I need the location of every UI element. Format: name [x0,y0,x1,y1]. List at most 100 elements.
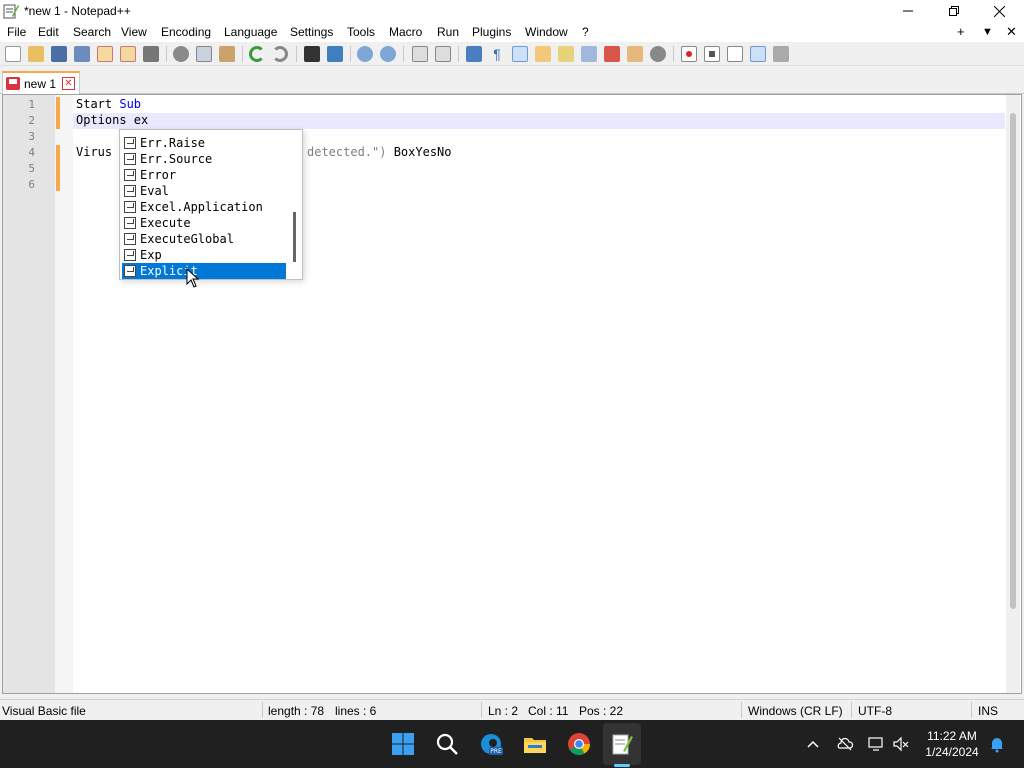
play-macro-icon[interactable] [727,46,743,62]
onedrive-offline-icon[interactable] [836,735,854,753]
menu-edit[interactable]: Edit [38,25,59,39]
open-file-icon[interactable] [28,46,44,62]
show-all-characters-icon[interactable]: ¶ [489,46,505,62]
doc-map-icon[interactable] [558,46,574,62]
cube-icon [124,201,136,213]
autocomplete-popup[interactable]: Err.Raise Err.Source Error Eval Excel.Ap… [119,129,303,280]
close-document-icon[interactable]: ✕ [1006,24,1017,40]
stop-macro-icon[interactable] [704,46,720,62]
notification-bell-icon[interactable] [988,735,1006,753]
cube-icon [124,185,136,197]
tab-close-icon[interactable]: ✕ [62,77,75,90]
toolbar-separator [166,46,167,62]
status-insert-mode[interactable]: INS [978,704,998,718]
menu-macro[interactable]: Macro [389,25,422,39]
print-icon[interactable] [143,46,159,62]
redo-icon[interactable] [272,46,288,62]
restore-button[interactable] [931,0,977,22]
sync-vertical-icon[interactable] [412,46,428,62]
zoom-in-icon[interactable] [357,46,373,62]
sync-horizontal-icon[interactable] [435,46,451,62]
minimize-button[interactable] [885,0,931,22]
cube-icon [124,265,136,277]
file-explorer-icon[interactable] [523,732,547,756]
menu-window[interactable]: Window [525,25,568,39]
status-separator [851,702,852,718]
paste-icon[interactable] [219,46,235,62]
save-icon[interactable] [51,46,67,62]
edge-beta-icon[interactable]: PRE [479,732,503,756]
autocomplete-item[interactable]: Eval [122,183,286,199]
cube-icon [124,217,136,229]
menu-plugins[interactable]: Plugins [472,25,511,39]
save-macro-icon[interactable] [773,46,789,62]
cube-icon [124,249,136,261]
record-macro-icon[interactable] [681,46,697,62]
menu-encoding[interactable]: Encoding [161,25,211,39]
clock-time: 11:22 AM [927,729,977,743]
monitoring-icon[interactable] [650,46,666,62]
tab-new-1[interactable]: new 1 ✕ [2,71,80,94]
active-app-indicator [614,764,630,767]
vertical-scrollbar[interactable] [1006,95,1020,693]
doc-list-icon[interactable] [581,46,597,62]
line-number: 1 [28,98,35,111]
system-clock[interactable]: 11:22 AM 1/24/2024 [918,728,986,760]
menu-search[interactable]: Search [73,25,111,39]
cut-icon[interactable] [173,46,189,62]
autocomplete-item[interactable]: ExecuteGlobal [122,231,286,247]
word-wrap-icon[interactable] [466,46,482,62]
menu-settings[interactable]: Settings [290,25,333,39]
scrollbar-thumb[interactable] [1010,113,1016,609]
chevron-up-icon[interactable] [804,735,822,753]
chrome-icon[interactable] [567,732,591,756]
notepadpp-taskbar-icon[interactable] [610,732,634,756]
menu-tools[interactable]: Tools [347,25,375,39]
status-column: Col : 11 [528,704,569,718]
volume-muted-icon[interactable] [892,735,910,753]
toolbar-separator [458,46,459,62]
run-macro-multiple-icon[interactable] [750,46,766,62]
close-file-icon[interactable] [97,46,113,62]
new-tab-plus-icon[interactable]: + [957,24,965,39]
autocomplete-item-label: Excel.Application [140,200,263,214]
zoom-out-icon[interactable] [380,46,396,62]
menu-file[interactable]: File [7,25,26,39]
copy-icon[interactable] [196,46,212,62]
undo-icon[interactable] [249,46,265,62]
close-all-icon[interactable] [120,46,136,62]
autocomplete-scrollbar-thumb[interactable] [293,212,296,262]
folder-workspace-icon[interactable] [627,46,643,62]
windows-start-icon[interactable] [391,732,415,756]
function-list-icon[interactable] [604,46,620,62]
language-icon[interactable] [535,46,551,62]
status-line-number: Ln : 2 [488,704,519,718]
autocomplete-item[interactable]: Err.Source [122,151,286,167]
search-icon[interactable] [435,732,459,756]
restore-icon [949,6,959,16]
indent-guide-icon[interactable] [512,46,528,62]
status-encoding[interactable]: UTF-8 [858,704,892,718]
autocomplete-item-selected[interactable]: Explicit [122,263,286,279]
new-file-icon[interactable] [5,46,21,62]
autocomplete-item-label: Execute [140,216,191,230]
menu-view[interactable]: View [121,25,147,39]
replace-icon[interactable] [327,46,343,62]
menu-language[interactable]: Language [224,25,277,39]
autocomplete-item[interactable]: Exp [122,247,286,263]
status-eol[interactable]: Windows (CR LF) [748,704,843,718]
autocomplete-item[interactable]: Err.Raise [122,135,286,151]
menu-run[interactable]: Run [437,25,459,39]
autocomplete-item[interactable]: Execute [122,215,286,231]
close-button[interactable] [976,0,1022,22]
find-icon[interactable] [304,46,320,62]
autocomplete-item[interactable]: Error [122,167,286,183]
network-icon[interactable] [867,735,885,753]
code-line-2: Options ex [76,113,148,127]
menu-help[interactable]: ? [582,25,589,39]
close-icon [993,5,1005,17]
clock-date: 1/24/2024 [925,745,979,759]
save-all-icon[interactable] [74,46,90,62]
autocomplete-item[interactable]: Excel.Application [122,199,286,215]
tab-list-dropdown-icon[interactable]: ▼ [982,26,993,38]
